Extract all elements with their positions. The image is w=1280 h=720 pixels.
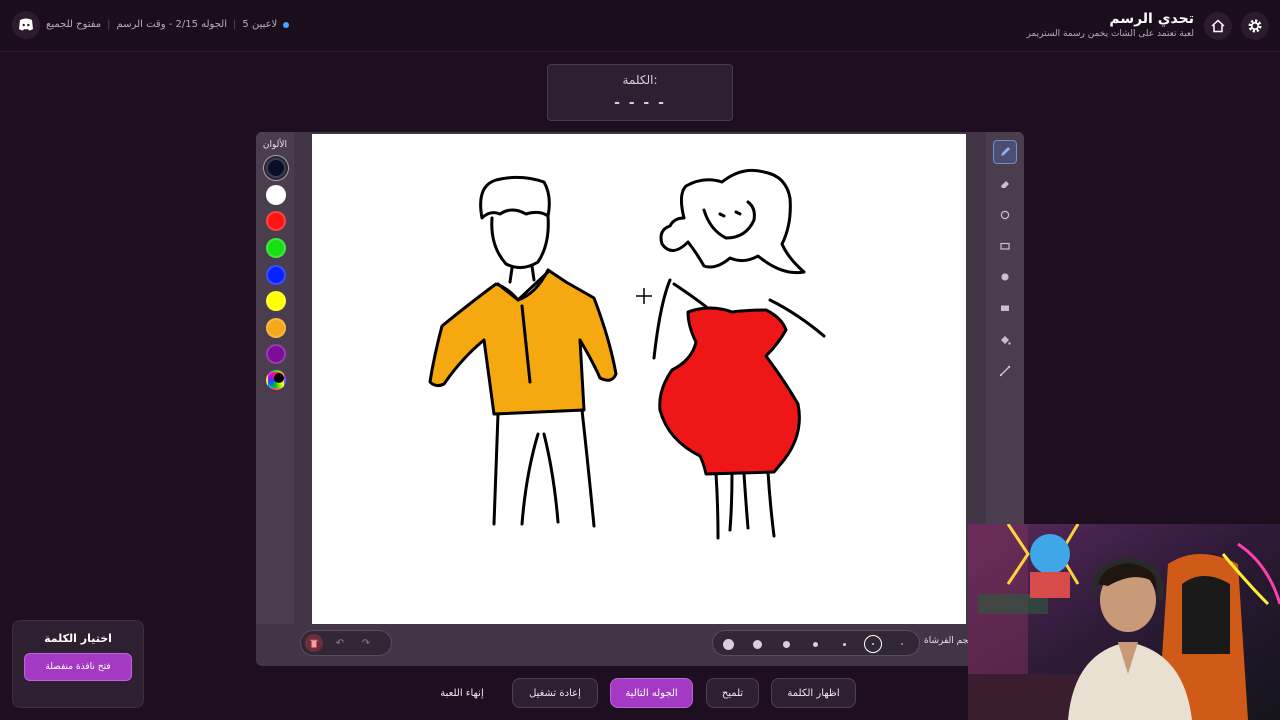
line-icon bbox=[999, 365, 1011, 377]
color-swatch-green[interactable] bbox=[266, 238, 286, 258]
online-dot bbox=[283, 21, 290, 28]
settings-button[interactable] bbox=[1241, 12, 1269, 40]
round-time-text: الجوله 2/15 - وقت الرسم bbox=[116, 19, 228, 30]
woman-dress bbox=[658, 306, 801, 476]
custom-color-dot bbox=[274, 373, 284, 383]
tool-palette bbox=[986, 132, 1024, 524]
word-label: الكلمة: bbox=[622, 73, 658, 87]
color-palette: الألوان bbox=[256, 132, 294, 624]
brush-size-xxs[interactable] bbox=[893, 635, 911, 653]
redo-button[interactable]: ↷ bbox=[353, 630, 379, 656]
drawing-svg bbox=[428, 168, 826, 540]
brush-size-xl[interactable] bbox=[748, 635, 766, 653]
discord-button[interactable] bbox=[12, 11, 40, 39]
woman-face bbox=[702, 200, 756, 240]
man-hair bbox=[479, 175, 551, 220]
crosshair-cursor bbox=[636, 288, 652, 304]
end-game-button[interactable]: إنهاء اللعبة bbox=[424, 678, 500, 708]
eraser-icon bbox=[1001, 181, 1009, 188]
woman-hair bbox=[659, 168, 806, 275]
brush-size-controls bbox=[712, 630, 920, 656]
brush-size-xs[interactable] bbox=[864, 635, 882, 653]
rect-outline-tool[interactable] bbox=[993, 234, 1017, 258]
restart-button[interactable]: إعادة تشغيل bbox=[512, 678, 598, 708]
hint-button[interactable]: تلميح bbox=[706, 678, 759, 708]
drawing-canvas[interactable] bbox=[312, 134, 966, 624]
page-title: تحدي الرسم bbox=[1109, 11, 1194, 27]
pencil-icon bbox=[1001, 147, 1010, 156]
pencil-tool[interactable] bbox=[993, 140, 1017, 164]
top-bar: مفتوح للجميع | الجوله 2/15 - وقت الرسم |… bbox=[0, 0, 1280, 52]
players-count: 5 لاعبين bbox=[242, 19, 278, 30]
undo-icon: ↶ bbox=[335, 637, 345, 649]
color-swatch-blue[interactable] bbox=[266, 265, 286, 285]
circle-outline-icon bbox=[1000, 210, 1010, 220]
line-tool[interactable] bbox=[993, 359, 1017, 383]
circle-fill-tool[interactable] bbox=[993, 265, 1017, 289]
board-footer: ↶ ↷ حجم الفرشاة: bbox=[256, 624, 1024, 666]
brush-size-label: حجم الفرشاة: bbox=[924, 636, 974, 646]
rect-fill-icon bbox=[1001, 305, 1009, 311]
home-button[interactable] bbox=[1204, 12, 1232, 40]
rect-fill-tool[interactable] bbox=[993, 296, 1017, 320]
custom-color-picker[interactable] bbox=[266, 370, 286, 390]
woman-eyes bbox=[718, 210, 742, 218]
page-subtitle: لعبة تعتمد على الشات يخمن رسمة الستريمر bbox=[1026, 29, 1194, 39]
fill-bucket-icon bbox=[1001, 336, 1011, 345]
gear-icon bbox=[1248, 19, 1262, 33]
webcam-image bbox=[968, 524, 1280, 720]
show-word-button[interactable]: اظهار الكلمة bbox=[771, 678, 856, 708]
webcam-feed bbox=[968, 524, 1280, 720]
man-shirt bbox=[428, 268, 618, 416]
drawing-board: الألوان ↶ ↷ حجم الفرشاة: bbox=[256, 132, 1024, 666]
eraser-tool[interactable] bbox=[993, 172, 1017, 196]
undo-button[interactable]: ↶ bbox=[327, 630, 353, 656]
discord-icon bbox=[19, 18, 33, 31]
redo-icon: ↷ bbox=[361, 637, 371, 649]
circle-fill-icon bbox=[1001, 273, 1009, 281]
color-swatch-yellow[interactable] bbox=[266, 291, 286, 311]
circle-outline-tool[interactable] bbox=[993, 203, 1017, 227]
color-swatch-orange[interactable] bbox=[266, 318, 286, 338]
color-swatch-black[interactable] bbox=[266, 158, 286, 178]
clear-button[interactable] bbox=[305, 634, 323, 652]
choose-word-title: اختيار الكلمة bbox=[44, 632, 112, 645]
brush-size-md[interactable] bbox=[806, 635, 824, 653]
color-swatch-purple[interactable] bbox=[266, 344, 286, 364]
word-hint: - - - - bbox=[614, 95, 666, 111]
mode-text: مفتوح للجميع bbox=[46, 19, 102, 30]
home-icon bbox=[1211, 19, 1225, 33]
man-legs bbox=[492, 408, 596, 528]
brand: تحدي الرسم لعبة تعتمد على الشات يخمن رسم… bbox=[1026, 11, 1194, 39]
palette-header: الألوان bbox=[262, 140, 288, 150]
rect-outline-icon bbox=[1000, 242, 1010, 250]
woman-legs bbox=[714, 470, 776, 540]
history-controls: ↶ ↷ bbox=[300, 630, 392, 656]
man-face bbox=[490, 214, 550, 269]
trash-icon bbox=[310, 639, 318, 647]
brush-size-xxl[interactable] bbox=[719, 635, 737, 653]
game-status: مفتوح للجميع | الجوله 2/15 - وقت الرسم |… bbox=[46, 19, 290, 30]
word-box: الكلمة: - - - - bbox=[547, 64, 733, 121]
brush-size-sm[interactable] bbox=[835, 635, 853, 653]
next-round-button[interactable]: الجوله التالية bbox=[610, 678, 693, 708]
color-swatch-red[interactable] bbox=[266, 211, 286, 231]
color-swatch-white[interactable] bbox=[266, 185, 286, 205]
brush-size-lg[interactable] bbox=[777, 635, 795, 653]
fill-bucket-tool[interactable] bbox=[993, 328, 1017, 352]
